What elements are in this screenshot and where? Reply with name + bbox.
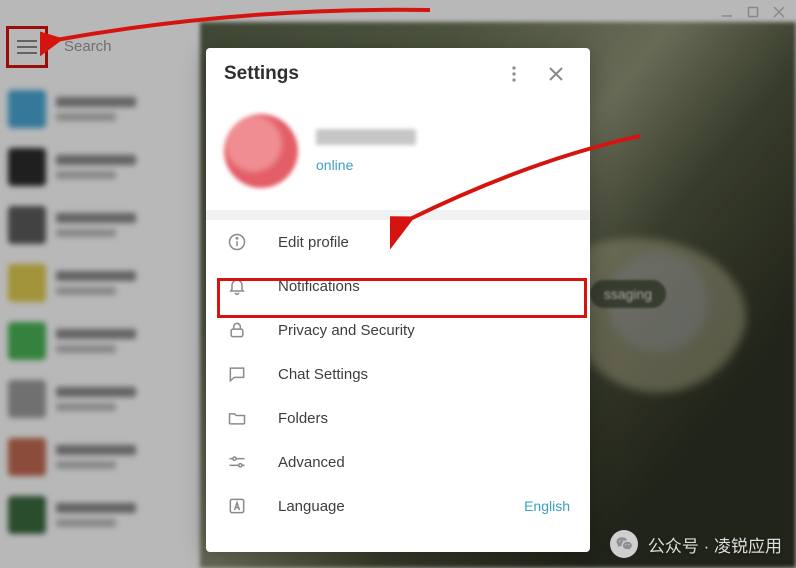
- watermark: 公众号 · 凌锐应用: [610, 530, 782, 558]
- profile-section: online: [206, 100, 590, 210]
- maximize-button[interactable]: [744, 3, 762, 21]
- menu-item-label: Advanced: [278, 454, 570, 471]
- menu-item-label: Privacy and Security: [278, 322, 570, 339]
- profile-name: [316, 129, 416, 145]
- language-icon: [226, 495, 248, 517]
- language-value: English: [524, 498, 570, 514]
- more-menu-button[interactable]: [498, 58, 530, 90]
- menu-language[interactable]: Language English: [206, 484, 590, 528]
- watermark-text: 公众号 · 凌锐应用: [648, 532, 782, 557]
- menu-item-label: Chat Settings: [278, 366, 570, 383]
- menu-edit-profile[interactable]: Edit profile: [206, 220, 590, 264]
- window-controls: [718, 3, 788, 21]
- menu-advanced[interactable]: Advanced: [206, 440, 590, 484]
- menu-notifications[interactable]: Notifications: [206, 264, 590, 308]
- settings-modal: Settings online Edit profile Notificatio…: [206, 48, 590, 552]
- menu-item-label: Edit profile: [278, 234, 570, 251]
- lock-icon: [226, 319, 248, 341]
- bell-icon: [226, 275, 248, 297]
- menu-item-label: Language: [278, 498, 524, 515]
- menu-chat-settings[interactable]: Chat Settings: [206, 352, 590, 396]
- folder-icon: [226, 407, 248, 429]
- chat-icon: [226, 363, 248, 385]
- settings-header: Settings: [206, 48, 590, 100]
- settings-title: Settings: [224, 63, 498, 85]
- info-icon: [226, 231, 248, 253]
- minimize-button[interactable]: [718, 3, 736, 21]
- menu-folders[interactable]: Folders: [206, 396, 590, 440]
- wechat-icon: [610, 530, 638, 558]
- separator: [206, 210, 590, 220]
- sliders-icon: [226, 451, 248, 473]
- close-window-button[interactable]: [770, 3, 788, 21]
- settings-menu: Edit profile Notifications Privacy and S…: [206, 220, 590, 528]
- close-modal-button[interactable]: [540, 58, 572, 90]
- menu-item-label: Folders: [278, 410, 570, 427]
- menu-item-label: Notifications: [278, 278, 570, 295]
- menu-privacy[interactable]: Privacy and Security: [206, 308, 590, 352]
- avatar[interactable]: [224, 114, 298, 188]
- profile-status: online: [316, 157, 416, 173]
